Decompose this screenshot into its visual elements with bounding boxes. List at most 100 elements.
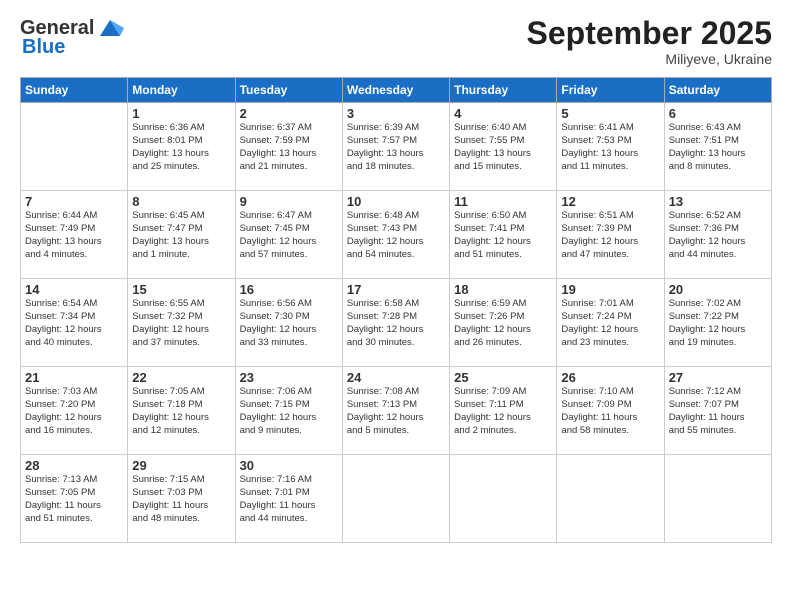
cell-info: Sunrise: 7:03 AMSunset: 7:20 PMDaylight:… <box>25 386 123 437</box>
day-number: 19 <box>561 282 659 297</box>
col-monday: Monday <box>128 78 235 103</box>
day-number: 4 <box>454 106 552 121</box>
cell-info: Sunrise: 6:55 AMSunset: 7:32 PMDaylight:… <box>132 298 230 349</box>
day-number: 3 <box>347 106 445 121</box>
table-row: 12Sunrise: 6:51 AMSunset: 7:39 PMDayligh… <box>557 191 664 279</box>
day-number: 13 <box>669 194 767 209</box>
table-row: 20Sunrise: 7:02 AMSunset: 7:22 PMDayligh… <box>664 279 771 367</box>
day-number: 26 <box>561 370 659 385</box>
table-row <box>342 455 449 543</box>
table-row: 18Sunrise: 6:59 AMSunset: 7:26 PMDayligh… <box>450 279 557 367</box>
cell-info: Sunrise: 7:16 AMSunset: 7:01 PMDaylight:… <box>240 474 338 525</box>
table-row: 11Sunrise: 6:50 AMSunset: 7:41 PMDayligh… <box>450 191 557 279</box>
table-row: 8Sunrise: 6:45 AMSunset: 7:47 PMDaylight… <box>128 191 235 279</box>
day-number: 15 <box>132 282 230 297</box>
cell-info: Sunrise: 6:48 AMSunset: 7:43 PMDaylight:… <box>347 210 445 261</box>
month-title: September 2025 <box>527 16 772 51</box>
cell-info: Sunrise: 6:47 AMSunset: 7:45 PMDaylight:… <box>240 210 338 261</box>
cell-info: Sunrise: 6:37 AMSunset: 7:59 PMDaylight:… <box>240 122 338 173</box>
calendar-week-row: 1Sunrise: 6:36 AMSunset: 8:01 PMDaylight… <box>21 103 772 191</box>
table-row: 29Sunrise: 7:15 AMSunset: 7:03 PMDayligh… <box>128 455 235 543</box>
calendar-week-row: 28Sunrise: 7:13 AMSunset: 7:05 PMDayligh… <box>21 455 772 543</box>
day-number: 12 <box>561 194 659 209</box>
cell-info: Sunrise: 6:45 AMSunset: 7:47 PMDaylight:… <box>132 210 230 261</box>
table-row: 10Sunrise: 6:48 AMSunset: 7:43 PMDayligh… <box>342 191 449 279</box>
cell-info: Sunrise: 7:13 AMSunset: 7:05 PMDaylight:… <box>25 474 123 525</box>
cell-info: Sunrise: 6:50 AMSunset: 7:41 PMDaylight:… <box>454 210 552 261</box>
subtitle: Miliyeve, Ukraine <box>527 51 772 67</box>
cell-info: Sunrise: 6:59 AMSunset: 7:26 PMDaylight:… <box>454 298 552 349</box>
table-row: 9Sunrise: 6:47 AMSunset: 7:45 PMDaylight… <box>235 191 342 279</box>
day-number: 22 <box>132 370 230 385</box>
cell-info: Sunrise: 7:15 AMSunset: 7:03 PMDaylight:… <box>132 474 230 525</box>
col-friday: Friday <box>557 78 664 103</box>
cell-info: Sunrise: 6:40 AMSunset: 7:55 PMDaylight:… <box>454 122 552 173</box>
cell-info: Sunrise: 6:58 AMSunset: 7:28 PMDaylight:… <box>347 298 445 349</box>
calendar-header-row: Sunday Monday Tuesday Wednesday Thursday… <box>21 78 772 103</box>
table-row: 2Sunrise: 6:37 AMSunset: 7:59 PMDaylight… <box>235 103 342 191</box>
table-row: 22Sunrise: 7:05 AMSunset: 7:18 PMDayligh… <box>128 367 235 455</box>
day-number: 11 <box>454 194 552 209</box>
table-row: 5Sunrise: 6:41 AMSunset: 7:53 PMDaylight… <box>557 103 664 191</box>
table-row: 28Sunrise: 7:13 AMSunset: 7:05 PMDayligh… <box>21 455 128 543</box>
cell-info: Sunrise: 6:54 AMSunset: 7:34 PMDaylight:… <box>25 298 123 349</box>
table-row: 21Sunrise: 7:03 AMSunset: 7:20 PMDayligh… <box>21 367 128 455</box>
table-row: 4Sunrise: 6:40 AMSunset: 7:55 PMDaylight… <box>450 103 557 191</box>
cell-info: Sunrise: 6:43 AMSunset: 7:51 PMDaylight:… <box>669 122 767 173</box>
day-number: 14 <box>25 282 123 297</box>
day-number: 5 <box>561 106 659 121</box>
table-row <box>664 455 771 543</box>
cell-info: Sunrise: 7:06 AMSunset: 7:15 PMDaylight:… <box>240 386 338 437</box>
cell-info: Sunrise: 7:08 AMSunset: 7:13 PMDaylight:… <box>347 386 445 437</box>
col-thursday: Thursday <box>450 78 557 103</box>
day-number: 16 <box>240 282 338 297</box>
day-number: 20 <box>669 282 767 297</box>
logo: General Blue <box>20 16 124 59</box>
table-row: 6Sunrise: 6:43 AMSunset: 7:51 PMDaylight… <box>664 103 771 191</box>
table-row: 30Sunrise: 7:16 AMSunset: 7:01 PMDayligh… <box>235 455 342 543</box>
cell-info: Sunrise: 6:41 AMSunset: 7:53 PMDaylight:… <box>561 122 659 173</box>
day-number: 10 <box>347 194 445 209</box>
cell-info: Sunrise: 6:44 AMSunset: 7:49 PMDaylight:… <box>25 210 123 261</box>
table-row <box>21 103 128 191</box>
table-row: 24Sunrise: 7:08 AMSunset: 7:13 PMDayligh… <box>342 367 449 455</box>
day-number: 1 <box>132 106 230 121</box>
calendar: Sunday Monday Tuesday Wednesday Thursday… <box>20 77 772 543</box>
day-number: 7 <box>25 194 123 209</box>
day-number: 17 <box>347 282 445 297</box>
page: General Blue September 2025 Miliyeve, Uk… <box>0 0 792 612</box>
calendar-week-row: 21Sunrise: 7:03 AMSunset: 7:20 PMDayligh… <box>21 367 772 455</box>
cell-info: Sunrise: 6:52 AMSunset: 7:36 PMDaylight:… <box>669 210 767 261</box>
header: General Blue September 2025 Miliyeve, Uk… <box>20 16 772 67</box>
table-row <box>450 455 557 543</box>
table-row: 14Sunrise: 6:54 AMSunset: 7:34 PMDayligh… <box>21 279 128 367</box>
day-number: 28 <box>25 458 123 473</box>
day-number: 24 <box>347 370 445 385</box>
cell-info: Sunrise: 6:51 AMSunset: 7:39 PMDaylight:… <box>561 210 659 261</box>
cell-info: Sunrise: 6:36 AMSunset: 8:01 PMDaylight:… <box>132 122 230 173</box>
day-number: 18 <box>454 282 552 297</box>
cell-info: Sunrise: 7:05 AMSunset: 7:18 PMDaylight:… <box>132 386 230 437</box>
table-row: 1Sunrise: 6:36 AMSunset: 8:01 PMDaylight… <box>128 103 235 191</box>
table-row: 17Sunrise: 6:58 AMSunset: 7:28 PMDayligh… <box>342 279 449 367</box>
day-number: 9 <box>240 194 338 209</box>
day-number: 2 <box>240 106 338 121</box>
cell-info: Sunrise: 6:39 AMSunset: 7:57 PMDaylight:… <box>347 122 445 173</box>
day-number: 25 <box>454 370 552 385</box>
table-row: 13Sunrise: 6:52 AMSunset: 7:36 PMDayligh… <box>664 191 771 279</box>
day-number: 29 <box>132 458 230 473</box>
table-row: 23Sunrise: 7:06 AMSunset: 7:15 PMDayligh… <box>235 367 342 455</box>
day-number: 23 <box>240 370 338 385</box>
title-block: September 2025 Miliyeve, Ukraine <box>527 16 772 67</box>
cell-info: Sunrise: 7:10 AMSunset: 7:09 PMDaylight:… <box>561 386 659 437</box>
logo-blue: Blue <box>22 36 65 58</box>
cell-info: Sunrise: 7:12 AMSunset: 7:07 PMDaylight:… <box>669 386 767 437</box>
table-row: 25Sunrise: 7:09 AMSunset: 7:11 PMDayligh… <box>450 367 557 455</box>
calendar-week-row: 7Sunrise: 6:44 AMSunset: 7:49 PMDaylight… <box>21 191 772 279</box>
table-row: 27Sunrise: 7:12 AMSunset: 7:07 PMDayligh… <box>664 367 771 455</box>
col-tuesday: Tuesday <box>235 78 342 103</box>
day-number: 8 <box>132 194 230 209</box>
table-row: 3Sunrise: 6:39 AMSunset: 7:57 PMDaylight… <box>342 103 449 191</box>
col-saturday: Saturday <box>664 78 771 103</box>
table-row <box>557 455 664 543</box>
